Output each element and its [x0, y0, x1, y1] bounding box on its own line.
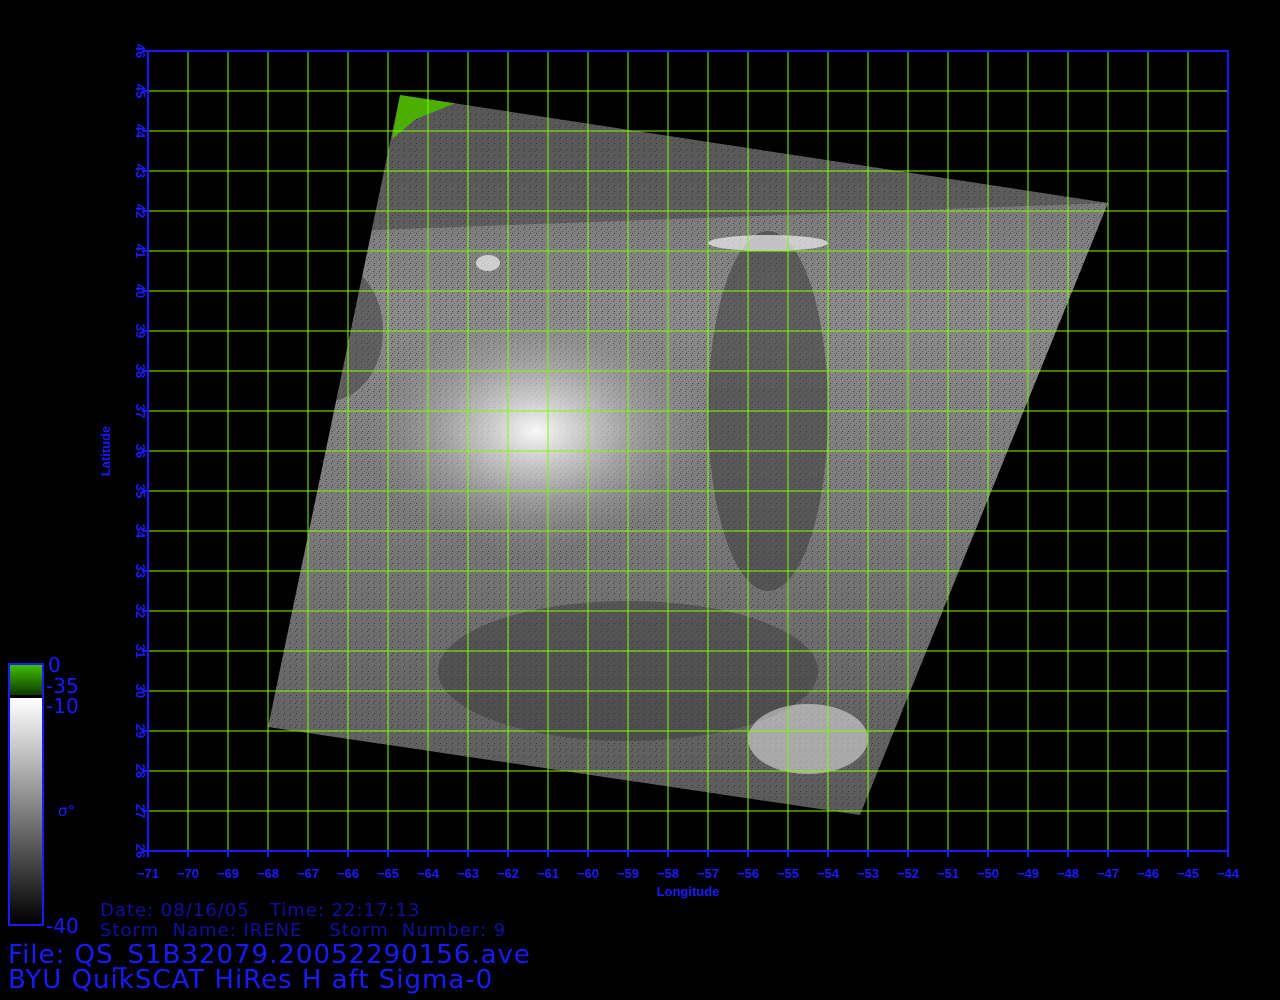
- x-tick-label: −51: [937, 866, 959, 881]
- x-tick-label: −56: [737, 866, 759, 881]
- x-tick-label: −45: [1177, 866, 1199, 881]
- y-tick-label: 36: [133, 444, 148, 458]
- storm-core-glow: [366, 311, 706, 551]
- colorbar-gray-band: [10, 698, 42, 924]
- image-title: BYU QuikSCAT HiRes H aft Sigma-0: [8, 965, 494, 995]
- colorbar-label-gray-top: -10: [46, 694, 79, 718]
- y-tick-label: 29: [133, 724, 148, 738]
- x-tick-label: −44: [1217, 866, 1240, 881]
- x-tick-label: −47: [1097, 866, 1119, 881]
- y-tick-label: 43: [133, 164, 148, 178]
- x-tick-label: −58: [657, 866, 679, 881]
- y-tick-label: 41: [133, 244, 148, 258]
- y-tick-label: 38: [133, 364, 148, 378]
- colorbar-green-band: [10, 665, 42, 695]
- colorbar-label-bottom: -40: [46, 914, 79, 938]
- x-tick-label: −63: [457, 866, 479, 881]
- map-canvas: −71 −70 −69 −68 −67 −66 −65 −64 −63 −62 −61 −60 −59 −…: [8, 44, 1240, 926]
- x-tick-label: −60: [577, 866, 599, 881]
- x-tick-label: −65: [377, 866, 399, 881]
- y-tick-label: 44: [133, 124, 148, 139]
- date-time-line: Date: 08/16/05 Time: 22:17:13: [100, 900, 421, 921]
- bright-region: [476, 255, 500, 271]
- x-tick-label: −61: [537, 866, 559, 881]
- y-tick-label: 40: [133, 284, 148, 298]
- storm-line: Storm Name: IRENE Storm Number: 9: [100, 920, 507, 941]
- x-tick-label: −66: [337, 866, 359, 881]
- bright-region: [748, 704, 868, 774]
- colorbar: [8, 663, 44, 926]
- x-tick-label: −62: [497, 866, 519, 881]
- y-tick-label: 31: [133, 644, 148, 658]
- y-tick-label: 35: [133, 484, 148, 498]
- x-tick-label: −67: [297, 866, 319, 881]
- bright-region: [708, 235, 828, 251]
- x-tick-label: −53: [857, 866, 879, 881]
- x-tick-label: −46: [1137, 866, 1159, 881]
- y-axis-label: Latitude: [98, 426, 113, 477]
- x-tick-label: −70: [177, 866, 199, 881]
- x-tick-label: −48: [1057, 866, 1079, 881]
- y-tick-label: 37: [133, 404, 148, 418]
- x-tick-label: −64: [417, 866, 440, 881]
- lat-lon-grid: [147, 50, 1229, 852]
- y-tick-label: 27: [133, 804, 148, 818]
- y-tick-label: 26: [133, 844, 148, 858]
- y-tick-label: 45: [133, 84, 148, 98]
- y-tick-label: 39: [133, 324, 148, 338]
- y-tick-label: 30: [133, 684, 148, 698]
- x-tick-label: −57: [697, 866, 719, 881]
- y-tick-label: 46: [133, 44, 148, 58]
- x-tick-label: −54: [817, 866, 840, 881]
- x-tick-label: −71: [137, 866, 159, 881]
- x-tick-label: −69: [217, 866, 239, 881]
- x-tick-label: −59: [617, 866, 639, 881]
- x-tick-label: −52: [897, 866, 919, 881]
- x-tick-label: −50: [977, 866, 999, 881]
- x-tick-label: −49: [1017, 866, 1039, 881]
- x-tick-label: −55: [777, 866, 799, 881]
- y-tick-label: 28: [133, 764, 148, 778]
- colorbar-symbol: σ°: [58, 802, 76, 820]
- y-tick-label: 32: [133, 604, 148, 618]
- y-tick-label: 34: [133, 524, 148, 539]
- x-axis-label: Longitude: [657, 884, 720, 899]
- y-tick-label: 33: [133, 564, 148, 578]
- x-tick-label: −68: [257, 866, 279, 881]
- y-tick-label: 42: [133, 204, 148, 218]
